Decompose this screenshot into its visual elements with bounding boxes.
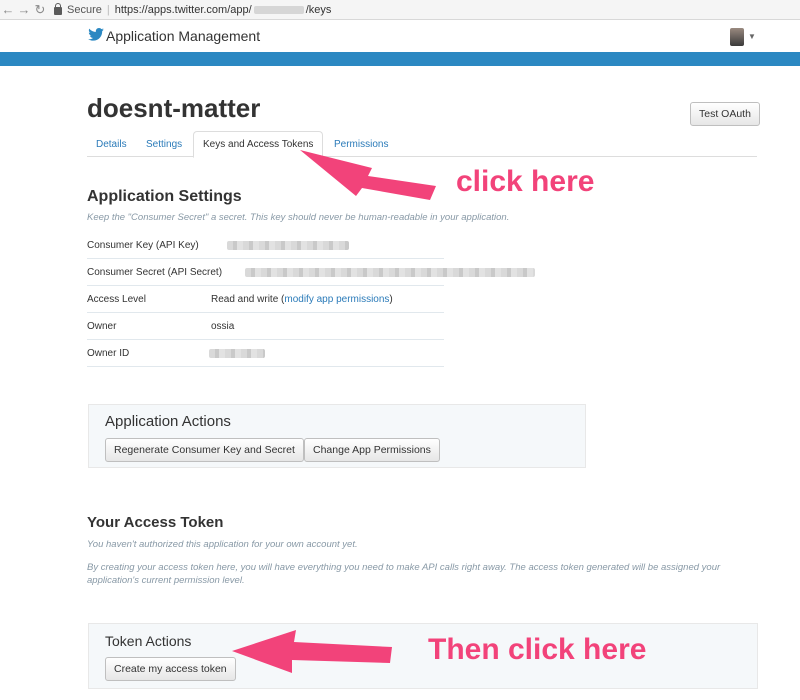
annotation-then-click-here: Then click here [428,633,647,666]
annotation-click-here: click here [456,165,595,198]
arrow-to-keys-tab [232,150,436,673]
